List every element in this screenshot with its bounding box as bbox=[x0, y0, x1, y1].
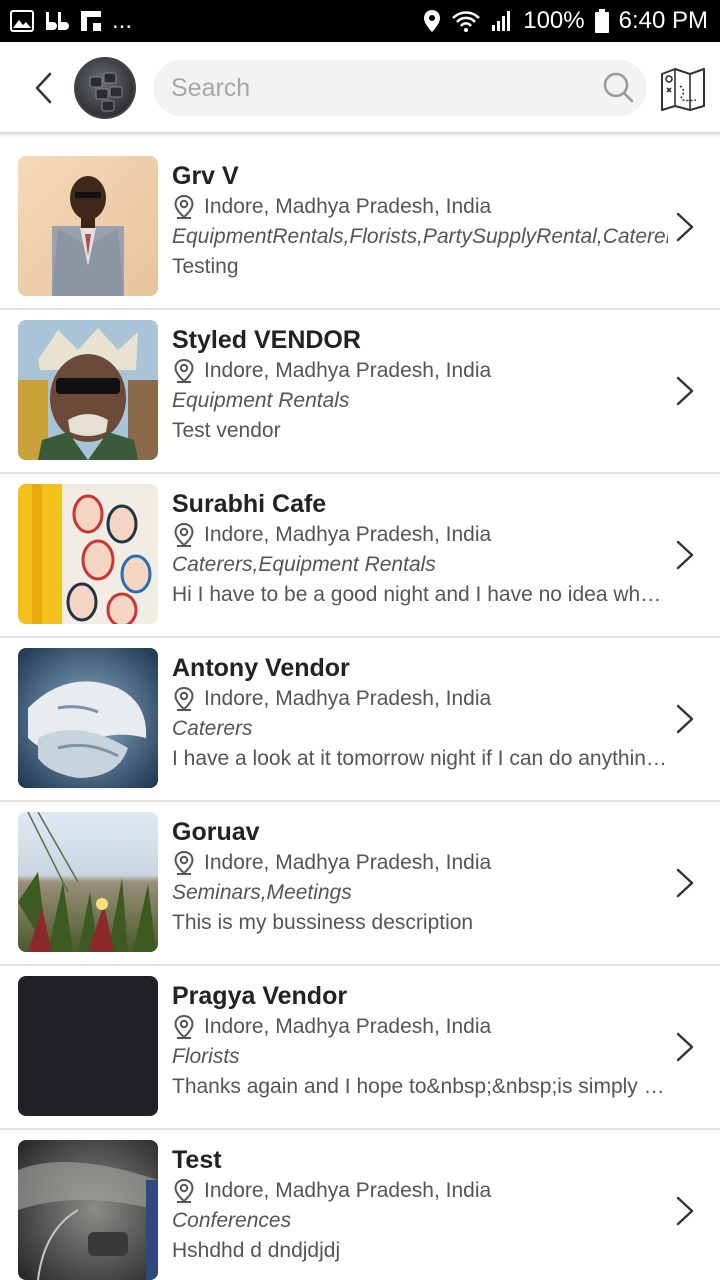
location-pin-icon bbox=[174, 522, 194, 547]
avatar-image bbox=[89, 72, 123, 112]
chevron-right-icon bbox=[676, 1196, 694, 1226]
location-pin-icon bbox=[174, 850, 194, 875]
vendor-description: Testing bbox=[172, 255, 239, 278]
battery-icon bbox=[594, 9, 609, 33]
vendor-location-text: Indore, Madhya Pradesh, India bbox=[204, 359, 492, 382]
chevron-right-icon bbox=[676, 704, 694, 734]
vendor-description: Test vendor bbox=[172, 419, 281, 442]
vendor-location: Indore, Madhya Pradesh, India bbox=[172, 1012, 668, 1042]
vendor-row[interactable]: Pragya Vendor Indore, Madhya Pradesh, In… bbox=[0, 966, 720, 1130]
location-icon bbox=[424, 10, 441, 32]
map-icon bbox=[661, 68, 705, 111]
vendor-name: Grv V bbox=[172, 162, 239, 190]
chevron-right-icon bbox=[676, 1032, 694, 1062]
vendor-description: This is my bussiness description bbox=[172, 911, 474, 934]
vendor-location: Indore, Madhya Pradesh, India bbox=[172, 1176, 668, 1206]
status-bar-right: 100% 6:40 PM bbox=[423, 7, 708, 35]
back-button[interactable] bbox=[26, 68, 62, 108]
vendor-thumbnail bbox=[18, 976, 158, 1116]
chevron-right-icon bbox=[676, 540, 694, 570]
vendor-name: Pragya Vendor bbox=[172, 982, 348, 1010]
vendor-description: Hi I have to be a good night and I have … bbox=[172, 583, 668, 606]
signal-icon bbox=[492, 11, 511, 31]
vendor-info: Pragya Vendor Indore, Madhya Pradesh, In… bbox=[172, 980, 668, 1102]
vendor-thumbnail bbox=[18, 320, 158, 460]
vendor-thumbnail bbox=[18, 648, 158, 788]
vendor-list: Grv V Indore, Madhya Pradesh, India Equi… bbox=[0, 146, 720, 1280]
flipboard-icon bbox=[81, 11, 101, 31]
vendor-row[interactable]: Test Indore, Madhya Pradesh, India Confe… bbox=[0, 1130, 720, 1280]
location-pin-icon bbox=[174, 358, 194, 383]
vendor-location: Indore, Madhya Pradesh, India bbox=[172, 684, 668, 714]
vendor-categories: Caterers bbox=[172, 717, 253, 740]
vendor-description: I have a look at it tomorrow night if I … bbox=[172, 747, 667, 770]
vendor-thumbnail bbox=[18, 1140, 158, 1280]
vendor-name: Styled VENDOR bbox=[172, 326, 361, 354]
vendor-location-text: Indore, Madhya Pradesh, India bbox=[204, 195, 492, 218]
location-pin-icon bbox=[174, 1178, 194, 1203]
search-input[interactable] bbox=[171, 73, 571, 103]
vendor-location-text: Indore, Madhya Pradesh, India bbox=[204, 523, 492, 546]
vendor-location: Indore, Madhya Pradesh, India bbox=[172, 356, 668, 386]
back-arrow-icon bbox=[35, 72, 52, 104]
vendor-info: Goruav Indore, Madhya Pradesh, India Sem… bbox=[172, 816, 668, 938]
vendor-name: Test bbox=[172, 1146, 222, 1174]
vendor-location: Indore, Madhya Pradesh, India bbox=[172, 520, 668, 550]
vendor-name: Goruav bbox=[172, 818, 260, 846]
vendor-categories: Florists bbox=[172, 1045, 240, 1068]
clock: 6:40 PM bbox=[618, 7, 708, 34]
search-box[interactable] bbox=[153, 60, 647, 116]
vendor-location: Indore, Madhya Pradesh, India bbox=[172, 192, 668, 222]
search-icon[interactable] bbox=[601, 70, 635, 104]
vendor-location: Indore, Madhya Pradesh, India bbox=[172, 848, 668, 878]
map-button[interactable] bbox=[660, 66, 706, 112]
vendor-info: Test Indore, Madhya Pradesh, India Confe… bbox=[172, 1144, 668, 1266]
vendor-name: Antony Vendor bbox=[172, 654, 350, 682]
status-bar: ... 100% 6:40 PM bbox=[0, 0, 720, 42]
vendor-info: Grv V Indore, Madhya Pradesh, India Equi… bbox=[172, 160, 668, 282]
chevron-right-icon bbox=[676, 376, 694, 406]
vendor-description: Thanks again and I hope to&nbsp;&nbsp;is… bbox=[172, 1075, 668, 1098]
vendor-location-text: Indore, Madhya Pradesh, India bbox=[204, 1015, 492, 1038]
location-pin-icon bbox=[174, 1014, 194, 1039]
gallery-icon bbox=[10, 10, 34, 32]
vendor-thumbnail bbox=[18, 484, 158, 624]
vendor-description: Hshdhd d dndjdjdj bbox=[172, 1239, 341, 1262]
vendor-info: Surabhi Cafe Indore, Madhya Pradesh, Ind… bbox=[172, 488, 668, 610]
app-header bbox=[0, 42, 720, 134]
vendor-categories: Equipment Rentals bbox=[172, 389, 350, 412]
chevron-right-icon bbox=[676, 868, 694, 898]
location-pin-icon bbox=[174, 686, 194, 711]
vendor-name: Surabhi Cafe bbox=[172, 490, 327, 518]
status-more: ... bbox=[112, 7, 133, 34]
chevron-right-icon bbox=[676, 212, 694, 242]
vendor-thumbnail bbox=[18, 156, 158, 296]
vendor-categories: EquipmentRentals,Florists,PartySupplyRen… bbox=[172, 225, 668, 248]
vendor-row[interactable]: Surabhi Cafe Indore, Madhya Pradesh, Ind… bbox=[0, 474, 720, 638]
vendor-location-text: Indore, Madhya Pradesh, India bbox=[204, 1179, 492, 1202]
location-pin-icon bbox=[174, 194, 194, 219]
vendor-categories: Conferences bbox=[172, 1209, 292, 1232]
vendor-categories: Caterers,Equipment Rentals bbox=[172, 553, 436, 576]
bb-icon bbox=[46, 12, 69, 30]
battery-percent: 100% bbox=[523, 7, 585, 34]
vendor-categories: Seminars,Meetings bbox=[172, 881, 352, 904]
vendor-row[interactable]: Antony Vendor Indore, Madhya Pradesh, In… bbox=[0, 638, 720, 802]
vendor-row[interactable]: Grv V Indore, Madhya Pradesh, India Equi… bbox=[0, 146, 720, 310]
vendor-info: Antony Vendor Indore, Madhya Pradesh, In… bbox=[172, 652, 668, 774]
vendor-location-text: Indore, Madhya Pradesh, India bbox=[204, 851, 492, 874]
vendor-thumbnail bbox=[18, 812, 158, 952]
vendor-row[interactable]: Styled VENDOR Indore, Madhya Pradesh, In… bbox=[0, 310, 720, 474]
vendor-info: Styled VENDOR Indore, Madhya Pradesh, In… bbox=[172, 324, 668, 446]
wifi-icon bbox=[452, 11, 481, 32]
profile-avatar[interactable] bbox=[74, 57, 136, 119]
vendor-row[interactable]: Goruav Indore, Madhya Pradesh, India Sem… bbox=[0, 802, 720, 966]
status-bar-left: ... bbox=[10, 7, 132, 35]
vendor-location-text: Indore, Madhya Pradesh, India bbox=[204, 687, 492, 710]
